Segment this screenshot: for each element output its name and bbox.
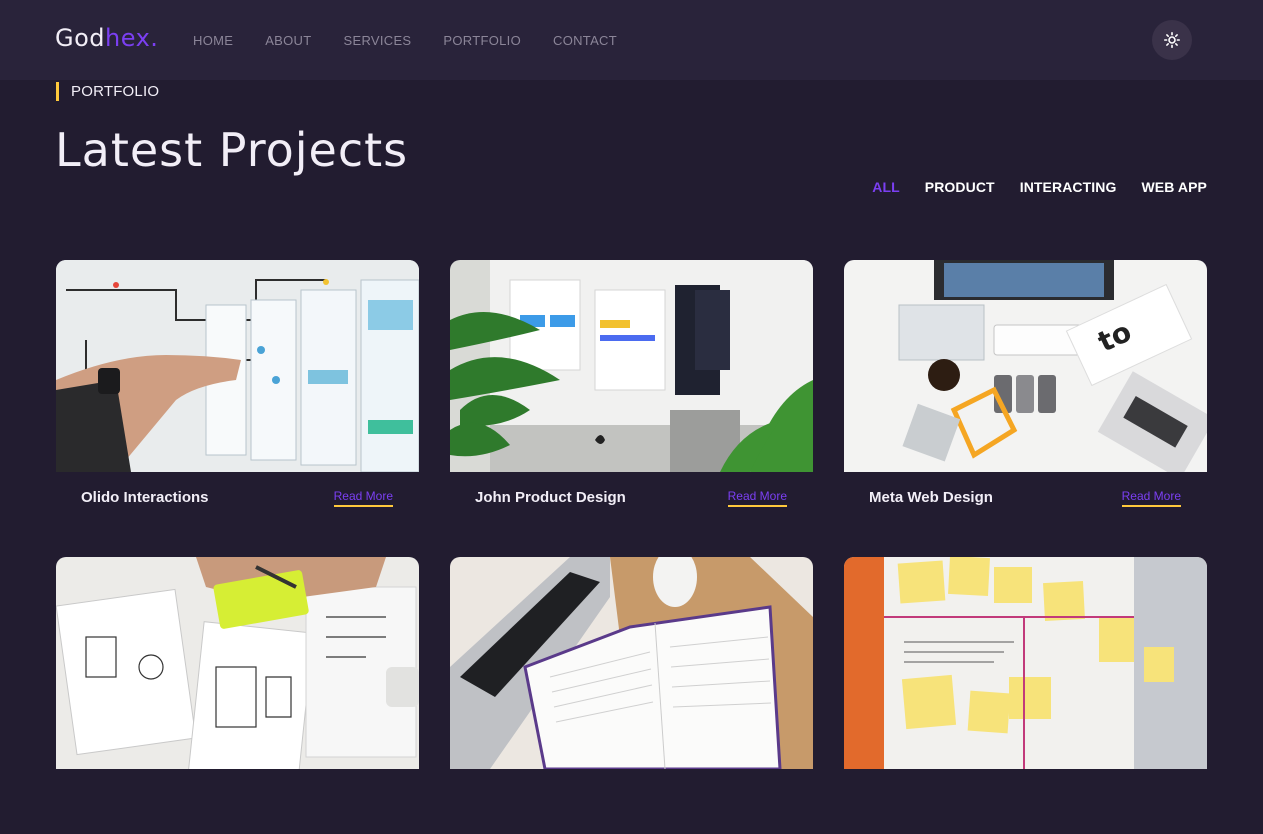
logo[interactable]: Godhex. xyxy=(55,24,158,52)
logo-main: God xyxy=(55,24,106,52)
card-footer xyxy=(56,769,419,834)
section-label: PORTFOLIO xyxy=(56,82,159,101)
project-image[interactable] xyxy=(450,260,813,472)
project-card[interactable]: Olido Interactions Read More xyxy=(56,260,419,537)
project-image[interactable] xyxy=(56,260,419,472)
theme-toggle-button[interactable] xyxy=(1152,20,1192,60)
card-footer: Meta Web Design Read More xyxy=(844,472,1207,537)
project-image[interactable] xyxy=(450,557,813,769)
filter-all[interactable]: ALL xyxy=(872,179,900,195)
nav-link-about[interactable]: ABOUT xyxy=(265,33,311,48)
filter-product[interactable]: PRODUCT xyxy=(925,179,995,195)
project-title: Meta Web Design xyxy=(869,489,993,506)
section-title: Latest Projects xyxy=(55,123,409,177)
project-image[interactable] xyxy=(56,557,419,769)
project-card[interactable] xyxy=(844,557,1207,834)
nav-link-contact[interactable]: CONTACT xyxy=(553,33,617,48)
card-footer xyxy=(450,769,813,834)
project-card[interactable]: to Meta Web Design Read More xyxy=(844,260,1207,537)
read-more-link[interactable]: Read More xyxy=(727,489,787,507)
card-footer xyxy=(844,769,1207,834)
project-title: John Product Design xyxy=(475,489,626,506)
project-image[interactable]: to xyxy=(844,260,1207,472)
project-card[interactable] xyxy=(56,557,419,834)
sun-icon xyxy=(1164,32,1180,48)
navbar: Godhex. HOME ABOUT SERVICES PORTFOLIO CO… xyxy=(0,0,1263,80)
project-image[interactable] xyxy=(844,557,1207,769)
nav-link-home[interactable]: HOME xyxy=(193,33,233,48)
portfolio-filters: ALL PRODUCT INTERACTING WEB APP xyxy=(847,179,1207,195)
project-card[interactable] xyxy=(450,557,813,834)
project-grid: Olido Interactions Read More John Produc… xyxy=(56,260,1208,834)
nav-link-services[interactable]: SERVICES xyxy=(344,33,412,48)
card-footer: John Product Design Read More xyxy=(450,472,813,537)
read-more-link[interactable]: Read More xyxy=(1121,489,1181,507)
logo-dot: . xyxy=(150,24,159,52)
logo-accent: hex xyxy=(105,24,151,52)
project-card[interactable]: John Product Design Read More xyxy=(450,260,813,537)
filter-web-app[interactable]: WEB APP xyxy=(1141,179,1207,195)
read-more-link[interactable]: Read More xyxy=(333,489,393,507)
card-footer: Olido Interactions Read More xyxy=(56,472,419,537)
project-title: Olido Interactions xyxy=(81,489,209,506)
filter-interacting[interactable]: INTERACTING xyxy=(1020,179,1117,195)
nav-link-portfolio[interactable]: PORTFOLIO xyxy=(443,33,521,48)
nav-links: HOME ABOUT SERVICES PORTFOLIO CONTACT xyxy=(193,33,649,48)
